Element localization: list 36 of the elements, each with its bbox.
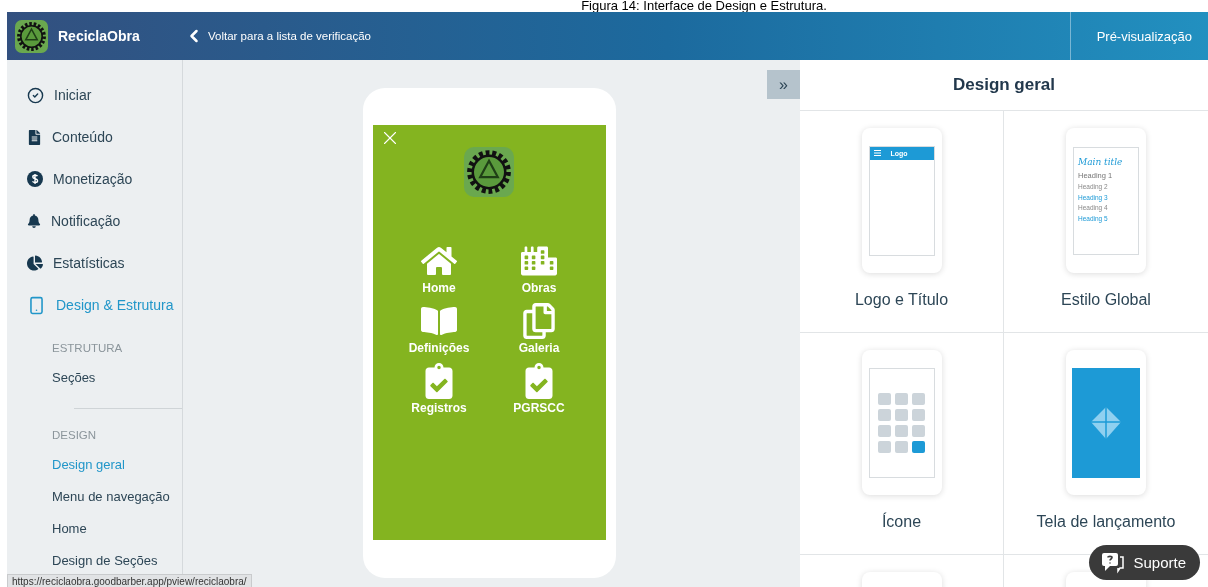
status-url: https://reciclaobra.goodbarber.app/pview/reciclaobra/ <box>7 574 252 587</box>
chat-question-icon <box>1101 551 1126 574</box>
submenu-item[interactable]: Menu de navegação <box>52 481 182 513</box>
figure-caption: Figura 14: Interface de Design e Estrutura. <box>580 0 828 12</box>
sidebar-item[interactable]: Monetização <box>7 158 182 200</box>
diamond-icon <box>1091 406 1121 439</box>
sidebar-item[interactable]: Estatísticas <box>7 242 182 284</box>
pie-chart-icon <box>27 255 43 271</box>
bell-icon <box>27 214 41 228</box>
dollar-icon <box>27 171 43 187</box>
documents-icon <box>521 303 557 339</box>
section-heading: ESTRUTURA <box>52 341 124 356</box>
option-label: Logo e Título <box>854 291 949 309</box>
option-label: Estilo Global <box>1061 291 1151 309</box>
submenu-item[interactable]: Seções <box>52 362 182 394</box>
check-circle-icon <box>27 86 44 104</box>
collapse-button[interactable]: » <box>767 70 800 99</box>
submenu-item[interactable]: Design de Seções <box>52 545 182 577</box>
app-logo <box>464 147 514 197</box>
menu-icon <box>873 150 881 156</box>
sidebar-item[interactable]: Notificação <box>7 200 182 242</box>
icon-grid-drawing <box>878 392 925 453</box>
option-label: Ícone <box>881 513 922 531</box>
panel-title: Design geral <box>800 60 1208 111</box>
back-link[interactable]: Voltar para a lista de verificação <box>184 22 371 50</box>
document-icon <box>27 129 42 145</box>
submenu-item[interactable]: Home <box>52 513 182 545</box>
app-logo <box>15 19 48 53</box>
sidebar-item[interactable]: Iniciar <box>7 74 182 116</box>
support-button[interactable]: Suporte <box>1089 545 1200 580</box>
smartphone-icon <box>27 295 46 315</box>
app-name: ReciclaObra <box>58 28 140 44</box>
heading-sample: Main title <box>1078 157 1124 167</box>
sidebar-item[interactable]: Conteúdo <box>7 116 182 158</box>
section-heading: DESIGN <box>52 428 98 443</box>
option-label: Tela de lançamento <box>1036 513 1176 531</box>
